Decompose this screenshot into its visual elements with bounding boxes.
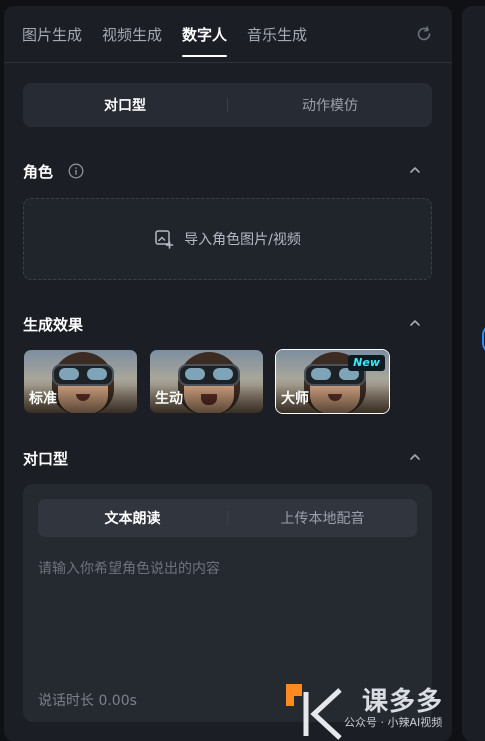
- source-upload-audio[interactable]: 上传本地配音: [228, 508, 417, 528]
- effect-section-title: 生成效果: [23, 316, 84, 334]
- info-icon[interactable]: [68, 163, 84, 179]
- preview-panel-edge: [462, 6, 485, 741]
- effect-option-vivid[interactable]: 生动: [149, 349, 264, 414]
- mode-motion-imitation[interactable]: 动作模仿: [228, 95, 432, 115]
- audio-source-segment: 文本朗读 上传本地配音: [38, 499, 417, 537]
- role-section-title: 角色: [23, 163, 54, 181]
- tabs-divider: [4, 62, 452, 63]
- script-input[interactable]: 请输入你希望角色说出的内容: [38, 558, 220, 578]
- top-tabs: 图片生成 视频生成 数字人 音乐生成: [22, 24, 327, 57]
- tab-video-generation[interactable]: 视频生成: [102, 24, 162, 57]
- tab-music-generation[interactable]: 音乐生成: [247, 24, 307, 57]
- effect-option-standard[interactable]: 标准: [23, 349, 138, 414]
- source-text-reading[interactable]: 文本朗读: [38, 508, 227, 528]
- effect-options: 标准 生动 New 大师: [23, 349, 390, 414]
- effect-label: 大师: [281, 391, 309, 407]
- new-badge: New: [348, 355, 385, 371]
- lipsync-section-title: 对口型: [23, 450, 69, 468]
- chevron-up-icon[interactable]: [408, 450, 422, 464]
- speech-duration: 说话时长 0.00s: [38, 693, 137, 709]
- effect-label: 生动: [155, 391, 183, 407]
- generation-panel: 图片生成 视频生成 数字人 音乐生成 对口型 动作模仿 角色 导入角色图片/视频…: [4, 6, 452, 741]
- chevron-up-icon[interactable]: [408, 163, 422, 177]
- effect-option-master[interactable]: New 大师: [275, 349, 390, 414]
- chevron-up-icon[interactable]: [408, 316, 422, 330]
- effect-label: 标准: [29, 391, 57, 407]
- upload-label: 导入角色图片/视频: [184, 232, 301, 248]
- image-add-icon: [155, 230, 174, 249]
- tab-digital-human[interactable]: 数字人: [182, 24, 228, 57]
- watermark-brand: 课多多: [362, 687, 444, 717]
- watermark-caption: 公众号 · 小辣AI视频: [344, 716, 443, 729]
- mode-segment: 对口型 动作模仿: [23, 83, 432, 127]
- tab-image-generation[interactable]: 图片生成: [22, 24, 82, 57]
- role-upload-area[interactable]: 导入角色图片/视频: [23, 198, 432, 280]
- mode-lipsync[interactable]: 对口型: [23, 95, 227, 115]
- refresh-icon[interactable]: [414, 24, 434, 44]
